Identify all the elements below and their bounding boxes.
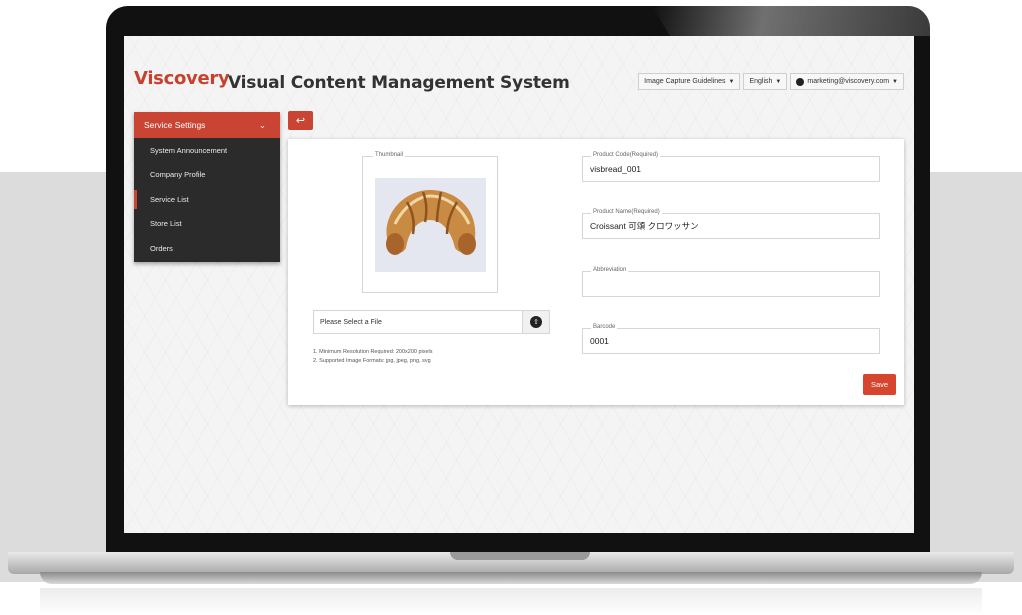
floor-reflection — [40, 588, 982, 615]
lid-reflection — [652, 6, 930, 36]
back-arrow-icon: ↩ — [295, 115, 306, 127]
brand-logo: Viscovery — [134, 68, 230, 89]
user-icon — [796, 77, 805, 86]
laptop-base-edge — [40, 572, 982, 584]
account-label: marketing@viscovery.com — [807, 78, 890, 85]
guidelines-label: Image Capture Guidelines — [644, 78, 726, 85]
sidebar-section-service-settings[interactable]: Service Settings ⌄ — [134, 112, 280, 138]
sidebar-item-orders[interactable]: Orders — [134, 236, 280, 261]
sidebar-section-label: Service Settings — [144, 120, 206, 130]
sidebar-item-service-list[interactable]: Service List — [134, 187, 280, 212]
save-button[interactable]: Save — [863, 374, 896, 395]
sidebar: Service Settings ⌄ System Announcement C… — [134, 112, 280, 262]
thumbnail-box: Thumbnail — [362, 152, 498, 293]
chevron-down-icon: ⌄ — [258, 119, 266, 130]
back-button[interactable]: ↩ — [288, 111, 313, 130]
hint-formats: 2. Supported Image Formats: jpg, jpeg, p… — [313, 358, 431, 364]
language-dropdown[interactable]: English ▼ — [743, 73, 788, 90]
abbreviation-field[interactable]: Abbreviation — [582, 267, 880, 297]
top-nav: Image Capture Guidelines ▼ English ▼ mar… — [638, 73, 904, 90]
field-label: Abbreviation — [591, 267, 629, 273]
field-value: Croissant 可頌 クロワッサン — [590, 221, 699, 231]
caret-down-icon: ▼ — [728, 78, 735, 85]
hint-resolution: 1. Minimum Resolution Required: 200x200 … — [313, 349, 433, 355]
sidebar-item-system-announcement[interactable]: System Announcement — [134, 138, 280, 163]
field-value: visbread_001 — [590, 164, 642, 174]
sidebar-item-store-list[interactable]: Store List — [134, 212, 280, 237]
app-screen: Viscovery Visual Content Management Syst… — [124, 36, 914, 533]
product-name-field[interactable]: Product Name(Required) Croissant 可頌 クロワッ… — [582, 209, 880, 239]
croissant-image — [375, 178, 486, 272]
product-form-card: Thumbnail Please Select a File ⇧ 1. Mini… — [288, 139, 904, 405]
thumbnail-label: Thumbnail — [373, 152, 406, 158]
field-label: Product Code(Required) — [591, 152, 661, 158]
upload-button[interactable]: ⇧ — [522, 311, 549, 333]
language-label: English — [749, 78, 773, 85]
product-code-field[interactable]: Product Code(Required) visbread_001 — [582, 152, 880, 182]
file-placeholder: Please Select a File — [320, 318, 382, 326]
sidebar-item-company-profile[interactable]: Company Profile — [134, 163, 280, 188]
upload-icon: ⇧ — [530, 316, 542, 328]
account-dropdown[interactable]: marketing@viscovery.com ▼ — [790, 73, 904, 90]
barcode-field[interactable]: Barcode 0001 — [582, 324, 880, 354]
file-select-input[interactable]: Please Select a File ⇧ — [313, 310, 550, 334]
guidelines-dropdown[interactable]: Image Capture Guidelines ▼ — [638, 73, 741, 90]
caret-down-icon: ▼ — [775, 78, 782, 85]
laptop-notch — [450, 552, 590, 560]
field-value: 0001 — [590, 336, 609, 346]
caret-down-icon: ▼ — [892, 78, 898, 85]
field-label: Barcode — [591, 324, 618, 330]
field-label: Product Name(Required) — [591, 209, 662, 215]
page-title: Visual Content Management System — [228, 73, 570, 93]
